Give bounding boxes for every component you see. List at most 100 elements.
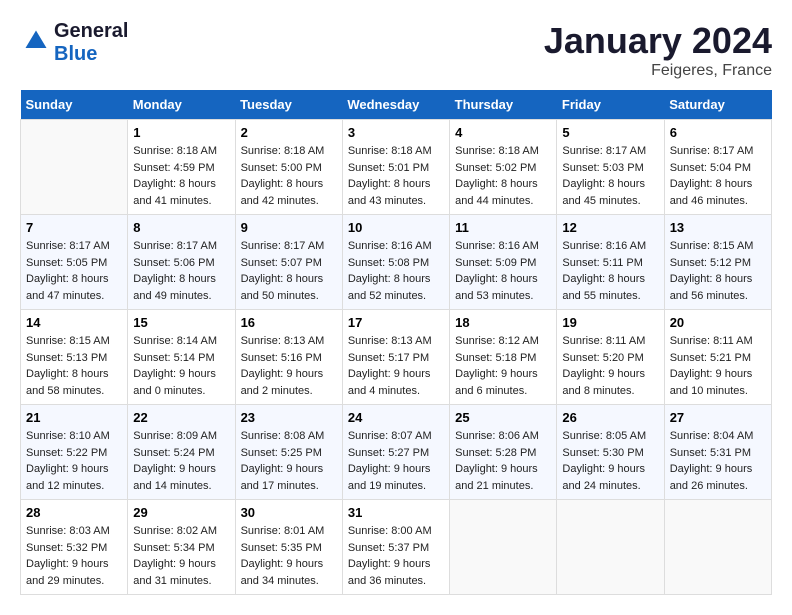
day-info: Sunrise: 8:14 AMSunset: 5:14 PMDaylight:… xyxy=(133,333,229,399)
week-row-2: 7 Sunrise: 8:17 AMSunset: 5:05 PMDaylight… xyxy=(21,215,772,310)
calendar-cell: 30 Sunrise: 8:01 AMSunset: 5:35 PMDayligh… xyxy=(235,500,342,595)
day-number: 29 xyxy=(133,505,229,520)
logo-icon xyxy=(22,27,50,55)
day-number: 9 xyxy=(241,220,337,235)
month-title: January 2024 xyxy=(544,20,772,62)
calendar-cell xyxy=(664,500,771,595)
day-info: Sunrise: 8:00 AMSunset: 5:37 PMDaylight:… xyxy=(348,523,444,589)
week-row-1: 1 Sunrise: 8:18 AMSunset: 4:59 PMDaylight… xyxy=(21,120,772,215)
header-wednesday: Wednesday xyxy=(342,90,449,120)
day-info: Sunrise: 8:13 AMSunset: 5:16 PMDaylight:… xyxy=(241,333,337,399)
header-saturday: Saturday xyxy=(664,90,771,120)
day-info: Sunrise: 8:17 AMSunset: 5:05 PMDaylight:… xyxy=(26,238,122,304)
day-number: 11 xyxy=(455,220,551,235)
day-number: 17 xyxy=(348,315,444,330)
day-number: 6 xyxy=(670,125,766,140)
day-number: 25 xyxy=(455,410,551,425)
calendar-cell: 22 Sunrise: 8:09 AMSunset: 5:24 PMDayligh… xyxy=(128,405,235,500)
day-number: 10 xyxy=(348,220,444,235)
calendar-cell: 7 Sunrise: 8:17 AMSunset: 5:05 PMDaylight… xyxy=(21,215,128,310)
calendar-cell: 12 Sunrise: 8:16 AMSunset: 5:11 PMDayligh… xyxy=(557,215,664,310)
day-info: Sunrise: 8:08 AMSunset: 5:25 PMDaylight:… xyxy=(241,428,337,494)
title-block: January 2024 Feigeres, France xyxy=(544,20,772,80)
calendar-cell: 27Sunrise: 8:04 AMSunset: 5:31 PMDayligh… xyxy=(664,405,771,500)
day-number: 1 xyxy=(133,125,229,140)
day-number: 22 xyxy=(133,410,229,425)
day-number: 16 xyxy=(241,315,337,330)
calendar-cell xyxy=(557,500,664,595)
header-thursday: Thursday xyxy=(450,90,557,120)
day-number: 31 xyxy=(348,505,444,520)
calendar-cell: 29Sunrise: 8:02 AMSunset: 5:34 PMDayligh… xyxy=(128,500,235,595)
day-number: 12 xyxy=(562,220,658,235)
day-info: Sunrise: 8:18 AMSunset: 4:59 PMDaylight:… xyxy=(133,143,229,209)
day-info: Sunrise: 8:11 AMSunset: 5:20 PMDaylight:… xyxy=(562,333,658,399)
day-number: 28 xyxy=(26,505,122,520)
calendar-cell: 16 Sunrise: 8:13 AMSunset: 5:16 PMDayligh… xyxy=(235,310,342,405)
day-info: Sunrise: 8:15 AMSunset: 5:13 PMDaylight:… xyxy=(26,333,122,399)
calendar-cell: 19 Sunrise: 8:11 AMSunset: 5:20 PMDayligh… xyxy=(557,310,664,405)
day-info: Sunrise: 8:16 AMSunset: 5:08 PMDaylight:… xyxy=(348,238,444,304)
header-monday: Monday xyxy=(128,90,235,120)
day-number: 30 xyxy=(241,505,337,520)
day-info: Sunrise: 8:12 AMSunset: 5:18 PMDaylight:… xyxy=(455,333,551,399)
logo: General Blue xyxy=(20,20,128,66)
day-number: 8 xyxy=(133,220,229,235)
calendar-cell: 9 Sunrise: 8:17 AMSunset: 5:07 PMDaylight… xyxy=(235,215,342,310)
calendar-cell: 26 Sunrise: 8:05 AMSunset: 5:30 PMDayligh… xyxy=(557,405,664,500)
day-info: Sunrise: 8:18 AMSunset: 5:02 PMDaylight:… xyxy=(455,143,551,209)
logo-text-line1: General xyxy=(54,20,128,43)
calendar-cell: 3 Sunrise: 8:18 AMSunset: 5:01 PMDaylight… xyxy=(342,120,449,215)
day-number: 27 xyxy=(670,410,766,425)
day-info: Sunrise: 8:18 AMSunset: 5:00 PMDaylight:… xyxy=(241,143,337,209)
day-number: 14 xyxy=(26,315,122,330)
calendar-cell: 6Sunrise: 8:17 AMSunset: 5:04 PMDaylight… xyxy=(664,120,771,215)
calendar-cell: 8 Sunrise: 8:17 AMSunset: 5:06 PMDaylight… xyxy=(128,215,235,310)
day-info: Sunrise: 8:01 AMSunset: 5:35 PMDaylight:… xyxy=(241,523,337,589)
day-number: 26 xyxy=(562,410,658,425)
header-friday: Friday xyxy=(557,90,664,120)
day-number: 20 xyxy=(670,315,766,330)
day-number: 7 xyxy=(26,220,122,235)
calendar-header-row: SundayMondayTuesdayWednesdayThursdayFrid… xyxy=(21,90,772,120)
day-number: 23 xyxy=(241,410,337,425)
day-info: Sunrise: 8:17 AMSunset: 5:06 PMDaylight:… xyxy=(133,238,229,304)
week-row-4: 21 Sunrise: 8:10 AMSunset: 5:22 PMDayligh… xyxy=(21,405,772,500)
header-sunday: Sunday xyxy=(21,90,128,120)
calendar-cell xyxy=(21,120,128,215)
logo-text-line2: Blue xyxy=(54,43,128,66)
day-info: Sunrise: 8:07 AMSunset: 5:27 PMDaylight:… xyxy=(348,428,444,494)
day-number: 13 xyxy=(670,220,766,235)
calendar-cell: 17 Sunrise: 8:13 AMSunset: 5:17 PMDayligh… xyxy=(342,310,449,405)
calendar-cell: 2 Sunrise: 8:18 AMSunset: 5:00 PMDaylight… xyxy=(235,120,342,215)
calendar-cell: 18 Sunrise: 8:12 AMSunset: 5:18 PMDayligh… xyxy=(450,310,557,405)
day-number: 21 xyxy=(26,410,122,425)
calendar-cell: 5Sunrise: 8:17 AMSunset: 5:03 PMDaylight… xyxy=(557,120,664,215)
day-info: Sunrise: 8:09 AMSunset: 5:24 PMDaylight:… xyxy=(133,428,229,494)
day-info: Sunrise: 8:03 AMSunset: 5:32 PMDaylight:… xyxy=(26,523,122,589)
day-number: 4 xyxy=(455,125,551,140)
day-info: Sunrise: 8:10 AMSunset: 5:22 PMDaylight:… xyxy=(26,428,122,494)
page-header: General Blue January 2024 Feigeres, Fran… xyxy=(20,20,772,80)
day-number: 15 xyxy=(133,315,229,330)
day-info: Sunrise: 8:13 AMSunset: 5:17 PMDaylight:… xyxy=(348,333,444,399)
day-info: Sunrise: 8:16 AMSunset: 5:11 PMDaylight:… xyxy=(562,238,658,304)
day-info: Sunrise: 8:18 AMSunset: 5:01 PMDaylight:… xyxy=(348,143,444,209)
day-info: Sunrise: 8:06 AMSunset: 5:28 PMDaylight:… xyxy=(455,428,551,494)
calendar-cell xyxy=(450,500,557,595)
calendar-table: SundayMondayTuesdayWednesdayThursdayFrid… xyxy=(20,90,772,595)
calendar-cell: 21 Sunrise: 8:10 AMSunset: 5:22 PMDayligh… xyxy=(21,405,128,500)
day-info: Sunrise: 8:05 AMSunset: 5:30 PMDaylight:… xyxy=(562,428,658,494)
day-info: Sunrise: 8:17 AMSunset: 5:07 PMDaylight:… xyxy=(241,238,337,304)
day-number: 19 xyxy=(562,315,658,330)
day-number: 18 xyxy=(455,315,551,330)
day-number: 24 xyxy=(348,410,444,425)
calendar-cell: 25 Sunrise: 8:06 AMSunset: 5:28 PMDayligh… xyxy=(450,405,557,500)
day-number: 3 xyxy=(348,125,444,140)
calendar-cell: 31 Sunrise: 8:00 AMSunset: 5:37 PMDayligh… xyxy=(342,500,449,595)
calendar-cell: 10 Sunrise: 8:16 AMSunset: 5:08 PMDayligh… xyxy=(342,215,449,310)
day-number: 2 xyxy=(241,125,337,140)
week-row-3: 14 Sunrise: 8:15 AMSunset: 5:13 PMDayligh… xyxy=(21,310,772,405)
day-info: Sunrise: 8:17 AMSunset: 5:03 PMDaylight:… xyxy=(562,143,658,209)
calendar-cell: 28 Sunrise: 8:03 AMSunset: 5:32 PMDayligh… xyxy=(21,500,128,595)
